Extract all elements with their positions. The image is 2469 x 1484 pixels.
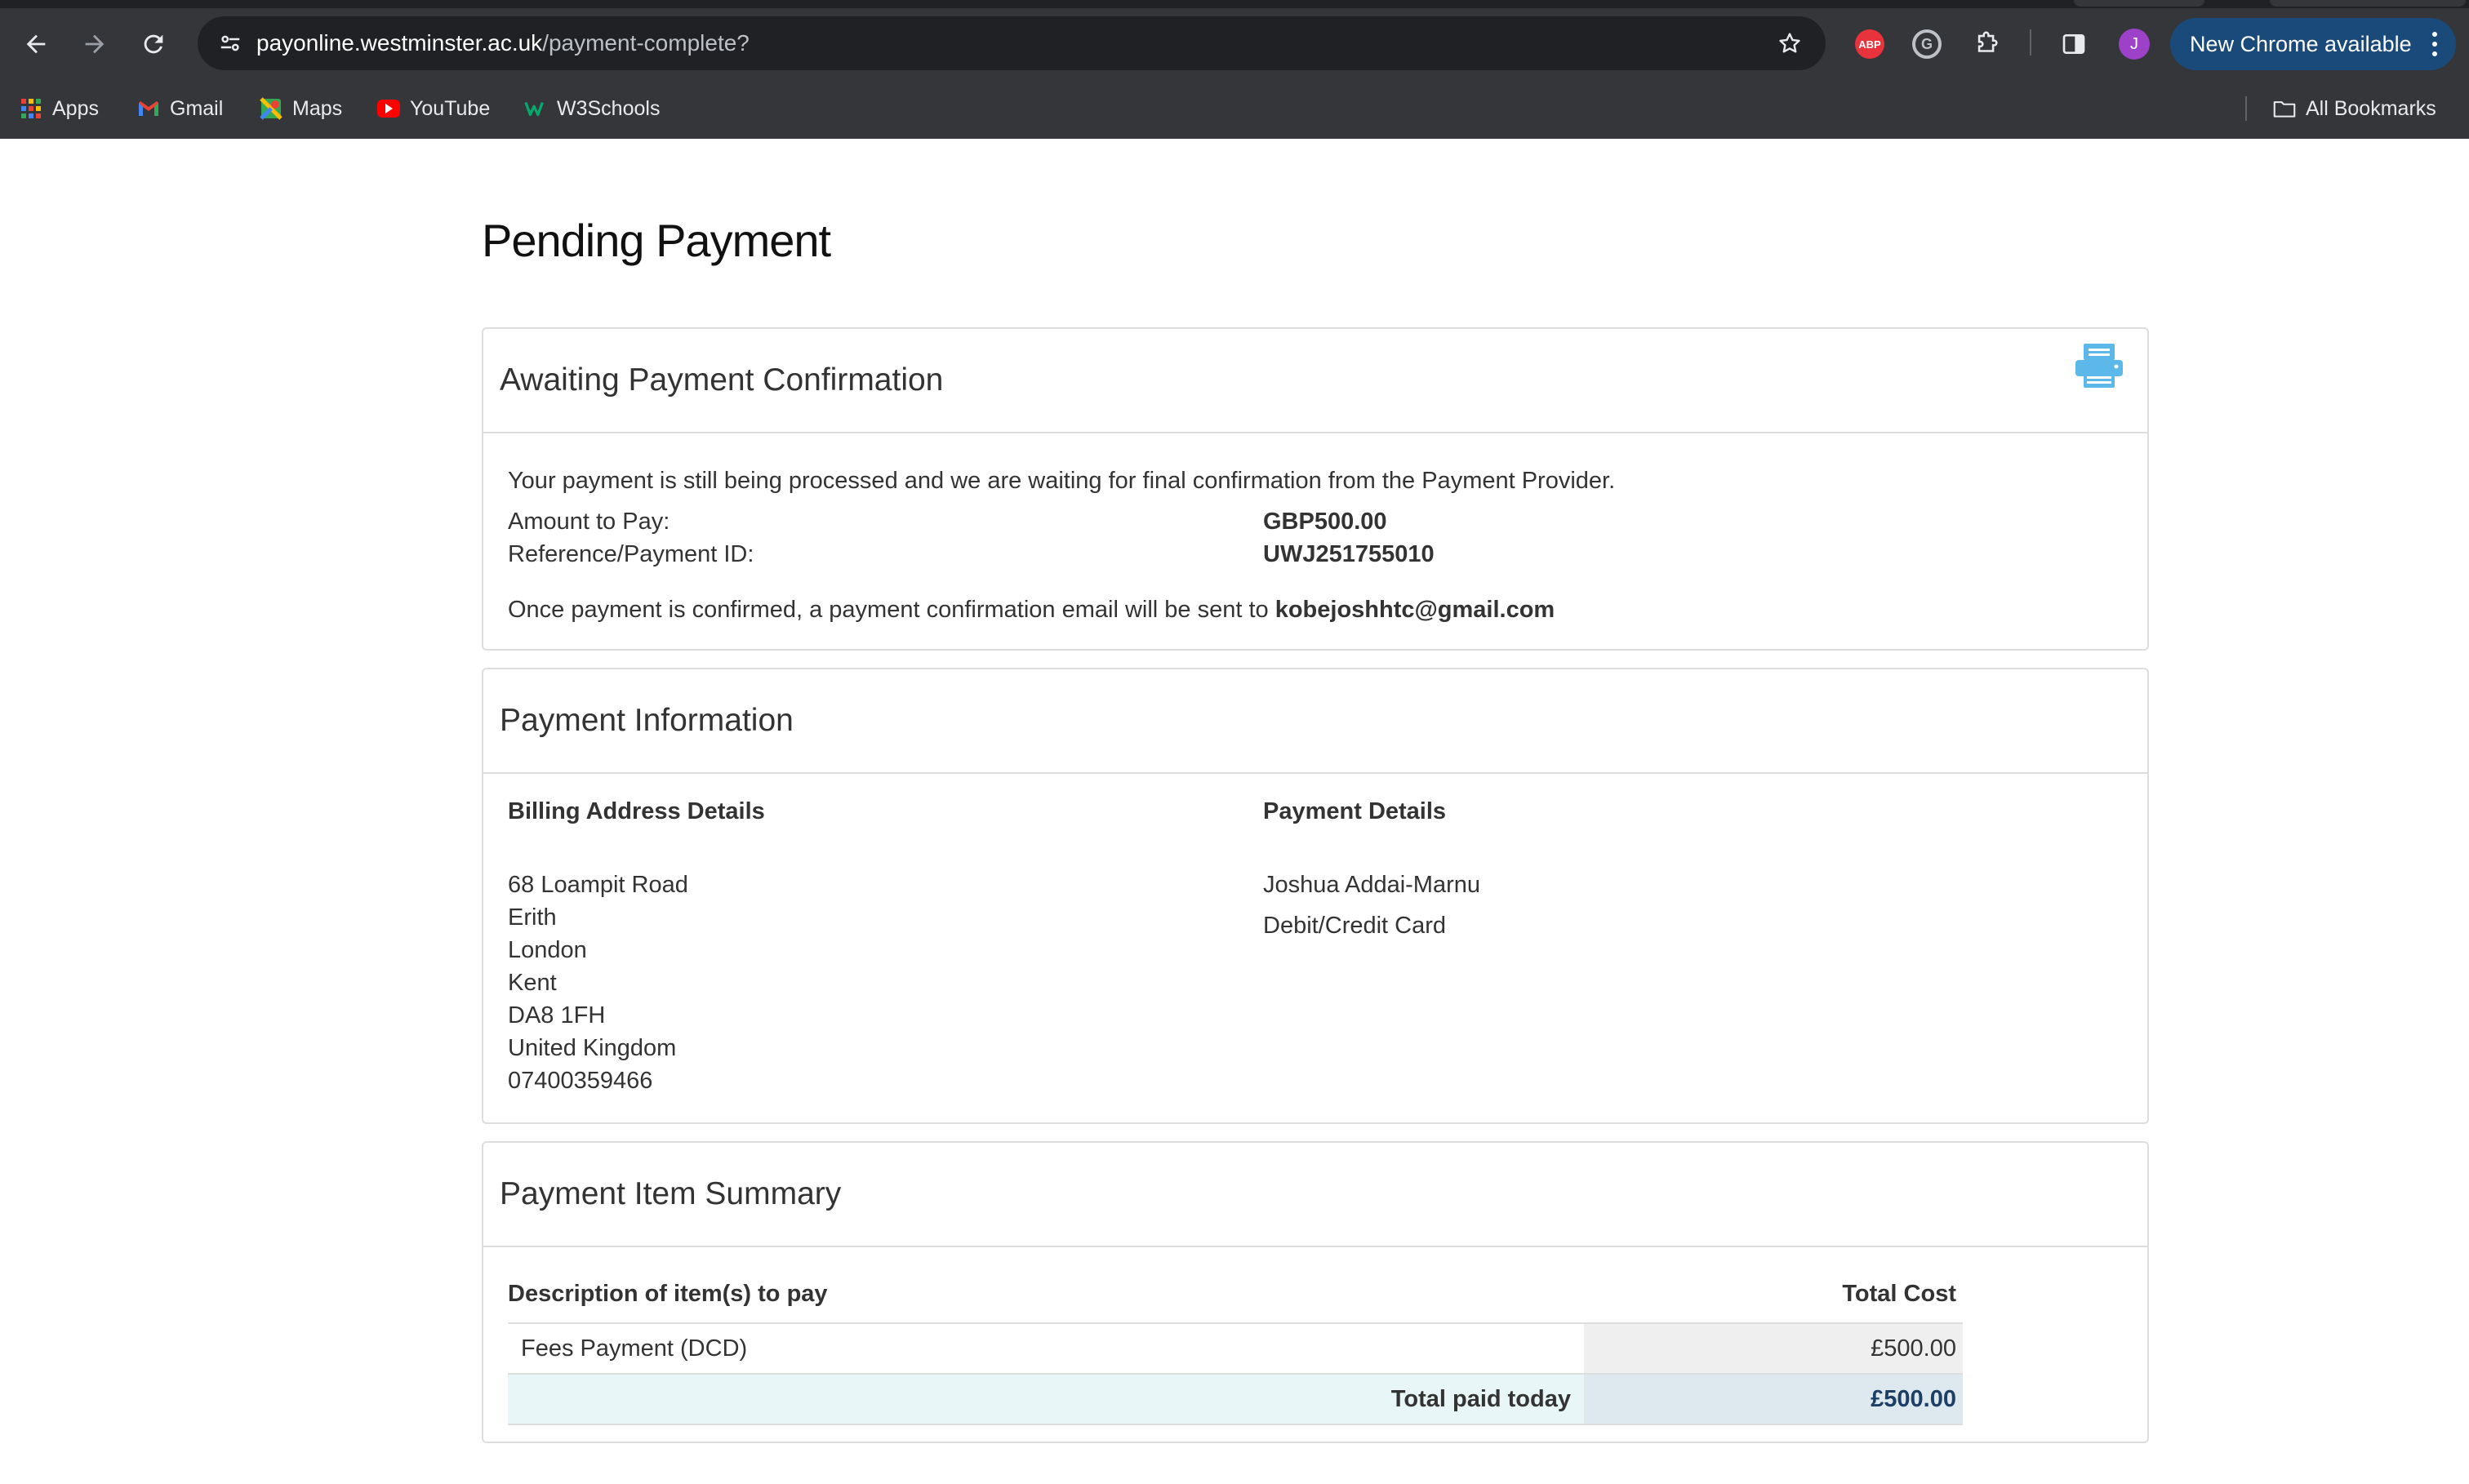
tab-edge[interactable] <box>2074 0 2204 7</box>
bookmark-label: Maps <box>292 96 343 120</box>
toolbar-divider <box>2030 29 2031 56</box>
reference-label: Reference/Payment ID: <box>508 541 754 567</box>
payment-method: Debit/Credit Card <box>1263 913 1447 939</box>
profile-button[interactable]: J <box>2113 21 2155 67</box>
maps-icon <box>260 97 282 120</box>
extensions-button[interactable] <box>1966 21 2009 67</box>
col-total-cost: Total Cost <box>1584 1277 1963 1324</box>
billing-line: United Kingdom <box>508 1035 677 1061</box>
summary-heading: Payment Item Summary <box>500 1176 842 1211</box>
bookmark-label: Apps <box>52 96 99 120</box>
page-title: Pending Payment <box>482 215 831 266</box>
processing-message: Your payment is still being processed an… <box>508 468 1616 494</box>
puzzle-icon <box>1977 31 1998 52</box>
email-note-text: Once payment is confirmed, a payment con… <box>508 597 1269 623</box>
bookmark-label: W3Schools <box>557 96 661 120</box>
panel-heading: Payment Information <box>483 669 2147 774</box>
payer-name: Joshua Addai-Marnu <box>1263 872 1480 898</box>
bookmark-w3schools[interactable]: W3Schools <box>524 85 660 132</box>
bookmarks-bar: Apps Gmail Maps YouTube W3Schools All Bo… <box>0 85 2469 132</box>
update-chrome-label: New Chrome available <box>2190 32 2412 56</box>
panel-heading: Payment Item Summary <box>483 1143 2147 1247</box>
bookmark-label: Gmail <box>170 96 224 120</box>
payment-item-summary-panel: Payment Item Summary Description of item… <box>482 1141 2149 1443</box>
apps-grid-icon <box>20 97 42 120</box>
amount-value: GBP500.00 <box>1263 509 1387 535</box>
address-bar[interactable]: payonline.westminster.ac.uk/payment-comp… <box>198 16 1826 70</box>
back-button[interactable] <box>13 21 59 67</box>
forward-arrow-icon <box>85 34 105 54</box>
youtube-icon <box>377 97 400 120</box>
grammarly-extension[interactable]: G <box>1906 21 1948 67</box>
payment-info-heading: Payment Information <box>500 703 794 738</box>
url-text[interactable]: payonline.westminster.ac.uk/payment-comp… <box>256 16 750 70</box>
all-bookmarks-button[interactable]: All Bookmarks <box>2273 85 2436 132</box>
gmail-icon <box>137 97 160 120</box>
amount-label: Amount to Pay: <box>508 509 670 535</box>
side-panel-icon <box>2062 34 2085 54</box>
bookmark-apps[interactable]: Apps <box>20 85 99 132</box>
all-bookmarks-label: All Bookmarks <box>2306 96 2436 120</box>
browser-toolbar: payonline.westminster.ac.uk/payment-comp… <box>0 0 2469 139</box>
total-value: £500.00 <box>1584 1374 1963 1425</box>
awaiting-confirmation-panel: Awaiting Payment Confirmation Your payme… <box>482 327 2149 651</box>
billing-line: Kent <box>508 970 557 996</box>
panel-heading: Awaiting Payment Confirmation <box>483 329 2147 433</box>
forward-button[interactable] <box>72 21 118 67</box>
total-label: Total paid today <box>508 1374 1584 1425</box>
menu-kebab-icon <box>2427 28 2443 60</box>
url-host: payonline.westminster.ac.uk <box>256 30 543 56</box>
bookmarks-divider <box>2245 96 2247 121</box>
billing-line: 68 Loampit Road <box>508 872 688 898</box>
site-info-icon[interactable] <box>211 24 250 63</box>
billing-line: Erith <box>508 904 557 931</box>
total-row: Total paid today £500.00 <box>508 1374 1963 1425</box>
billing-heading: Billing Address Details <box>508 798 765 824</box>
payment-information-panel: Payment Information Billing Address Deta… <box>482 668 2149 1124</box>
bookmark-gmail[interactable]: Gmail <box>137 85 223 132</box>
table-header-row: Description of item(s) to pay Total Cost <box>508 1277 1963 1324</box>
update-chrome-button[interactable]: New Chrome available <box>2170 18 2456 70</box>
billing-line: 07400359466 <box>508 1068 653 1094</box>
bookmark-maps[interactable]: Maps <box>260 85 342 132</box>
awaiting-heading: Awaiting Payment Confirmation <box>500 362 944 398</box>
confirmation-email-note: Once payment is confirmed, a payment con… <box>508 597 1555 624</box>
billing-line: DA8 1FH <box>508 1002 606 1029</box>
bookmark-youtube[interactable]: YouTube <box>377 85 490 132</box>
item-cost: £500.00 <box>1584 1323 1963 1375</box>
table-row: Fees Payment (DCD) £500.00 <box>508 1323 1963 1375</box>
item-description: Fees Payment (DCD) <box>508 1323 1584 1375</box>
col-description: Description of item(s) to pay <box>508 1277 1584 1324</box>
adblock-plus-extension[interactable]: ABP <box>1848 21 1891 67</box>
summary-table: Description of item(s) to pay Total Cost… <box>508 1277 1963 1425</box>
reload-icon <box>144 34 163 54</box>
grammarly-icon: G <box>1912 29 1942 59</box>
avatar: J <box>2119 29 2150 60</box>
tab-edge[interactable] <box>2270 0 2466 7</box>
reference-value: UWJ251755010 <box>1263 541 1435 567</box>
reload-button[interactable] <box>131 21 176 67</box>
side-panel-button[interactable] <box>2053 21 2095 67</box>
w3schools-icon <box>524 97 547 120</box>
adblock-plus-icon: ABP <box>1855 29 1884 59</box>
url-path: /payment-complete? <box>542 30 750 56</box>
back-arrow-icon <box>26 34 46 54</box>
printer-icon[interactable] <box>2074 342 2124 389</box>
payment-details-heading: Payment Details <box>1263 798 1447 824</box>
confirmation-email: kobejoshhtc@gmail.com <box>1275 597 1555 623</box>
bookmark-star-icon[interactable] <box>1770 24 1809 63</box>
billing-line: London <box>508 937 587 963</box>
tab-strip <box>0 0 2469 8</box>
bookmark-label: YouTube <box>410 96 491 120</box>
folder-icon <box>2273 97 2296 120</box>
